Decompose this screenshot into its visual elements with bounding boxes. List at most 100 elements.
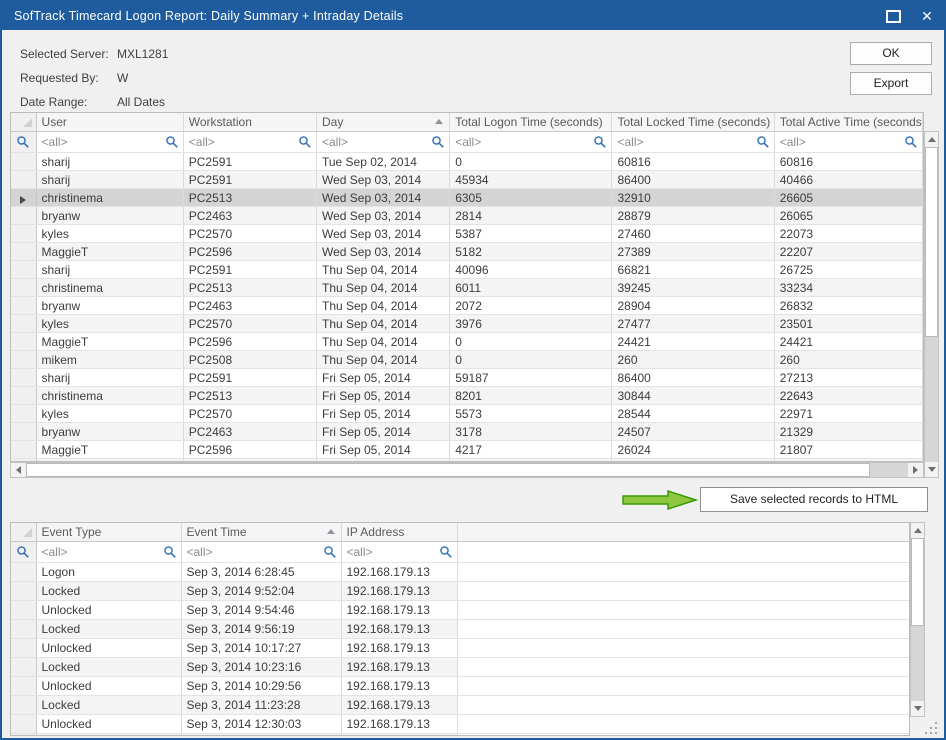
cell[interactable]: 21329	[774, 423, 922, 441]
cell[interactable]: Sep 3, 2014 9:54:46	[181, 601, 341, 620]
table-row[interactable]: sharijPC2591Wed Sep 03, 2014459348640040…	[11, 171, 923, 189]
cell[interactable]: PC2508	[183, 351, 316, 369]
cell[interactable]: PC2513	[183, 279, 316, 297]
cell[interactable]: PC2463	[183, 423, 316, 441]
cell[interactable]: 0	[450, 153, 612, 171]
row-indicator[interactable]	[11, 279, 36, 297]
cell[interactable]: 60816	[774, 153, 922, 171]
cell[interactable]: bryanw	[36, 207, 183, 225]
cell[interactable]: Sep 3, 2014 9:56:19	[181, 620, 341, 639]
search-icon[interactable]	[298, 135, 312, 149]
cell[interactable]: Fri Sep 05, 2014	[316, 441, 449, 459]
cell[interactable]: Wed Sep 03, 2014	[316, 189, 449, 207]
cell[interactable]: Sep 3, 2014 11:23:28	[181, 696, 341, 715]
cell[interactable]: sharij	[36, 153, 183, 171]
column-header[interactable]: Event Type	[36, 523, 181, 542]
cell[interactable]: PC2591	[183, 369, 316, 387]
cell[interactable]: 5182	[450, 243, 612, 261]
cell[interactable]: 60816	[612, 153, 774, 171]
table-row[interactable]: kylesPC2570Wed Sep 03, 20145387274602207…	[11, 225, 923, 243]
row-indicator[interactable]	[11, 225, 36, 243]
row-indicator[interactable]	[11, 734, 36, 737]
cell[interactable]: 39245	[612, 279, 774, 297]
table-row[interactable]: UnlockedSep 3, 2014 12:30:03192.168.179.…	[11, 715, 909, 734]
table-row[interactable]: MaggieTPC2596Thu Sep 04, 201402442124421	[11, 333, 923, 351]
row-indicator[interactable]	[11, 351, 36, 369]
cell[interactable]: 26605	[774, 189, 922, 207]
search-icon[interactable]	[323, 545, 337, 559]
row-indicator[interactable]	[11, 261, 36, 279]
row-indicator[interactable]	[11, 315, 36, 333]
table-row[interactable]: bryanwPC2463Thu Sep 04, 2014207228904268…	[11, 297, 923, 315]
cell[interactable]: Sep 3, 2014 9:52:04	[181, 582, 341, 601]
row-indicator[interactable]	[11, 677, 36, 696]
cell[interactable]: 5387	[450, 225, 612, 243]
cell[interactable]: PC2591	[183, 261, 316, 279]
table-row[interactable]: LockedSep 3, 2014 9:52:04192.168.179.13	[11, 582, 909, 601]
row-indicator[interactable]	[11, 423, 36, 441]
cell[interactable]: christinema	[36, 189, 183, 207]
row-indicator[interactable]	[11, 171, 36, 189]
filter-cell[interactable]: <all>	[450, 132, 612, 153]
cell[interactable]: Unlocked	[36, 601, 181, 620]
ok-button[interactable]: OK	[850, 42, 932, 65]
scroll-track[interactable]	[925, 337, 938, 462]
row-indicator[interactable]	[11, 658, 36, 677]
filter-row-indicator[interactable]	[11, 132, 36, 153]
row-indicator[interactable]	[11, 243, 36, 261]
cell[interactable]: 27460	[612, 225, 774, 243]
cell[interactable]: 45934	[450, 171, 612, 189]
row-indicator[interactable]	[11, 207, 36, 225]
cell[interactable]: 28544	[612, 405, 774, 423]
cell[interactable]: Fri Sep 05, 2014	[316, 405, 449, 423]
table-row[interactable]: MaggieTPC2596Fri Sep 05, 201442172602421…	[11, 441, 923, 459]
maximize-button[interactable]	[876, 2, 910, 30]
cell[interactable]: PC2570	[183, 225, 316, 243]
table-row[interactable]: UnlockedSep 3, 2014 10:17:27192.168.179.…	[11, 639, 909, 658]
cell[interactable]: Wed Sep 03, 2014	[316, 171, 449, 189]
column-header[interactable]: Total Logon Time (seconds)	[450, 113, 612, 132]
cell[interactable]: kyles	[36, 405, 183, 423]
cell[interactable]: 26832	[774, 297, 922, 315]
cell[interactable]: 26065	[774, 207, 922, 225]
filter-cell[interactable]: <all>	[183, 132, 316, 153]
cell[interactable]: 192.168.179.13	[341, 620, 457, 639]
table-row[interactable]: MaggieTPC2596Wed Sep 03, 201451822738922…	[11, 243, 923, 261]
cell[interactable]: Unlocked	[36, 677, 181, 696]
cell[interactable]: Sep 3, 2014 12:30:03	[181, 715, 341, 734]
cell[interactable]: bryanw	[36, 297, 183, 315]
column-header[interactable]: Workstation	[183, 113, 316, 132]
cell[interactable]: Sep 3, 2014 6:28:45	[181, 563, 341, 582]
table-row[interactable]: kylesPC2570Thu Sep 04, 20143976274772350…	[11, 315, 923, 333]
cell[interactable]: Thu Sep 04, 2014	[316, 297, 449, 315]
cell[interactable]: PC2463	[183, 207, 316, 225]
search-icon[interactable]	[439, 545, 453, 559]
resize-grip[interactable]	[925, 721, 938, 734]
search-icon[interactable]	[756, 135, 770, 149]
cell[interactable]: 32910	[612, 189, 774, 207]
cell[interactable]: 2072	[450, 297, 612, 315]
cell[interactable]: 27477	[612, 315, 774, 333]
cell[interactable]: 86400	[612, 171, 774, 189]
cell[interactable]: Logon	[36, 563, 181, 582]
cell[interactable]: PC2591	[183, 153, 316, 171]
cell[interactable]: 192.168.179.13	[341, 734, 457, 737]
cell[interactable]: Sep 3, 2014 10:17:27	[181, 639, 341, 658]
cell[interactable]: Fri Sep 05, 2014	[316, 369, 449, 387]
cell[interactable]: Thu Sep 04, 2014	[316, 333, 449, 351]
row-indicator[interactable]	[11, 620, 36, 639]
search-icon[interactable]	[163, 545, 177, 559]
cell[interactable]: 59187	[450, 369, 612, 387]
cell[interactable]: PC2513	[183, 387, 316, 405]
filter-cell[interactable]: <all>	[36, 542, 181, 563]
search-icon[interactable]	[593, 135, 607, 149]
cell[interactable]: 192.168.179.13	[341, 601, 457, 620]
cell[interactable]: 4217	[450, 441, 612, 459]
cell[interactable]: 28904	[612, 297, 774, 315]
scroll-thumb[interactable]	[911, 538, 924, 626]
cell[interactable]: 192.168.179.13	[341, 677, 457, 696]
cell[interactable]: 6305	[450, 189, 612, 207]
cell[interactable]: 26024	[612, 441, 774, 459]
row-indicator[interactable]	[11, 696, 36, 715]
cell[interactable]: Fri Sep 05, 2014	[316, 387, 449, 405]
